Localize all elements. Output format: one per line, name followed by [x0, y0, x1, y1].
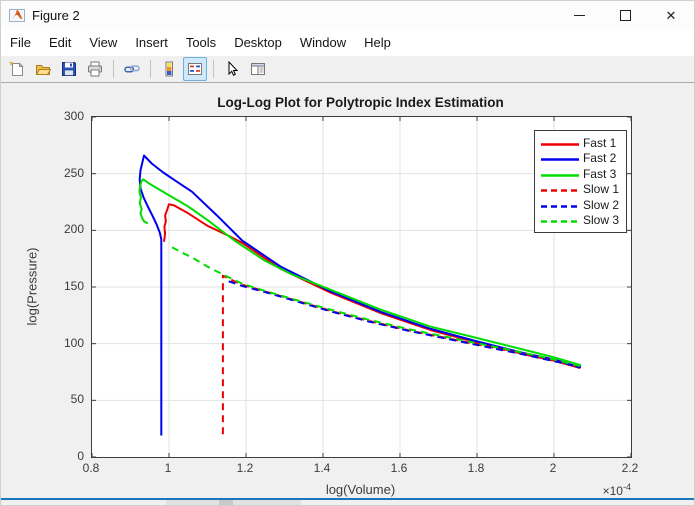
- plot-title: Log-Log Plot for Polytropic Index Estima…: [217, 95, 504, 110]
- figure-canvas: Log-Log Plot for Polytropic Index Estima…: [1, 83, 694, 498]
- legend-item: Slow 3: [540, 211, 619, 229]
- menu-item-tools[interactable]: Tools: [177, 30, 225, 55]
- plot-axes[interactable]: Fast 1 Fast 2 Fast 3 Slow 1 Slow 2 Slow 3: [91, 116, 632, 458]
- background-sliver-detail: [219, 500, 233, 505]
- menu-item-file[interactable]: File: [1, 30, 40, 55]
- y-axis-label: log(Pressure): [24, 247, 40, 326]
- open-folder-icon: [35, 61, 51, 77]
- x-tick-label: 1.4: [313, 461, 331, 475]
- toolbar-separator: [150, 60, 151, 78]
- x-axis-multiplier: ×10-4: [602, 482, 631, 498]
- x-tick-label: 0.8: [82, 461, 100, 475]
- link-plot-button[interactable]: [120, 57, 144, 81]
- close-icon: ✕: [665, 7, 677, 23]
- x-tick-label: 2: [549, 461, 557, 475]
- x-tick-label: 1.8: [467, 461, 485, 475]
- matlab-figure-icon: [9, 7, 25, 23]
- maximize-button[interactable]: [602, 1, 648, 29]
- background-sliver: [166, 500, 301, 505]
- legend-label: Slow 1: [582, 182, 619, 197]
- cursor-arrow-icon: [224, 61, 240, 77]
- edit-plot-button[interactable]: [220, 57, 244, 81]
- minimize-button[interactable]: [556, 1, 602, 29]
- figure-window: Figure 2 ✕ File Edit View Insert Tools Deskto…: [0, 0, 695, 506]
- legend-label: Slow 2: [582, 197, 619, 212]
- link-icon: [124, 61, 140, 77]
- menu-item-insert[interactable]: Insert: [126, 30, 177, 55]
- menu-item-desktop[interactable]: Desktop: [225, 30, 291, 55]
- y-tick-label: 300: [63, 109, 84, 123]
- x-tick-label: 1.2: [236, 461, 254, 475]
- colorbar-icon: [161, 61, 177, 77]
- legend-item: Fast 2: [540, 151, 619, 167]
- series-line-slow-1: [221, 274, 582, 435]
- open-file-button[interactable]: [31, 57, 55, 81]
- new-figure-button[interactable]: [5, 57, 29, 81]
- series-line-fast-3: [138, 178, 582, 367]
- print-figure-button[interactable]: [83, 57, 107, 81]
- x-tick-label: 2.2: [621, 461, 639, 475]
- legend-item: Fast 3: [540, 166, 619, 182]
- y-tick-label: 200: [63, 222, 84, 237]
- print-icon: [87, 61, 103, 77]
- legend-icon: [187, 61, 203, 77]
- legend-label: Fast 3: [582, 166, 617, 181]
- legend-line-sample: [540, 211, 579, 229]
- menu-item-edit[interactable]: Edit: [40, 30, 80, 55]
- minimize-icon: [573, 14, 585, 16]
- y-tick-label: 100: [63, 335, 84, 350]
- property-inspector-icon: [250, 61, 266, 77]
- legend-item: Slow 1: [540, 182, 619, 198]
- x-tick-label: 1: [164, 461, 172, 475]
- legend-item: Fast 1: [540, 135, 619, 151]
- legend-label: Slow 3: [582, 213, 619, 228]
- menu-bar: File Edit View Insert Tools Desktop Window Help: [1, 29, 694, 56]
- menu-item-view[interactable]: View: [80, 30, 126, 55]
- legend-label: Fast 2: [582, 151, 617, 166]
- toolbar-separator: [113, 60, 114, 78]
- series-line-fast-2: [138, 154, 581, 436]
- insert-colorbar-button[interactable]: [157, 57, 181, 81]
- x-tick-label: 1.6: [390, 461, 408, 475]
- background-strip: [1, 500, 694, 505]
- insert-legend-button[interactable]: [183, 57, 207, 81]
- title-bar: Figure 2 ✕: [1, 1, 694, 29]
- close-button[interactable]: ✕: [648, 1, 694, 29]
- save-icon: [61, 61, 77, 77]
- y-tick-label: 250: [63, 165, 84, 180]
- menu-item-window[interactable]: Window: [291, 30, 355, 55]
- toolbar: [1, 56, 694, 83]
- window-controls: ✕: [556, 1, 694, 29]
- y-tick-label: 150: [63, 279, 84, 293]
- window-title: Figure 2: [32, 7, 80, 23]
- menu-item-help[interactable]: Help: [355, 30, 400, 55]
- toolbar-separator: [213, 60, 214, 78]
- new-document-icon: [9, 61, 25, 77]
- legend-item: Slow 2: [540, 197, 619, 213]
- maximize-icon: [619, 9, 631, 21]
- property-inspector-button[interactable]: [246, 57, 270, 81]
- legend[interactable]: Fast 1 Fast 2 Fast 3 Slow 1 Slow 2 Slow 3: [533, 130, 627, 233]
- y-tick-label: 0: [77, 449, 84, 463]
- y-tick-label: 50: [70, 392, 84, 407]
- save-figure-button[interactable]: [57, 57, 81, 81]
- legend-label: Fast 1: [582, 135, 617, 150]
